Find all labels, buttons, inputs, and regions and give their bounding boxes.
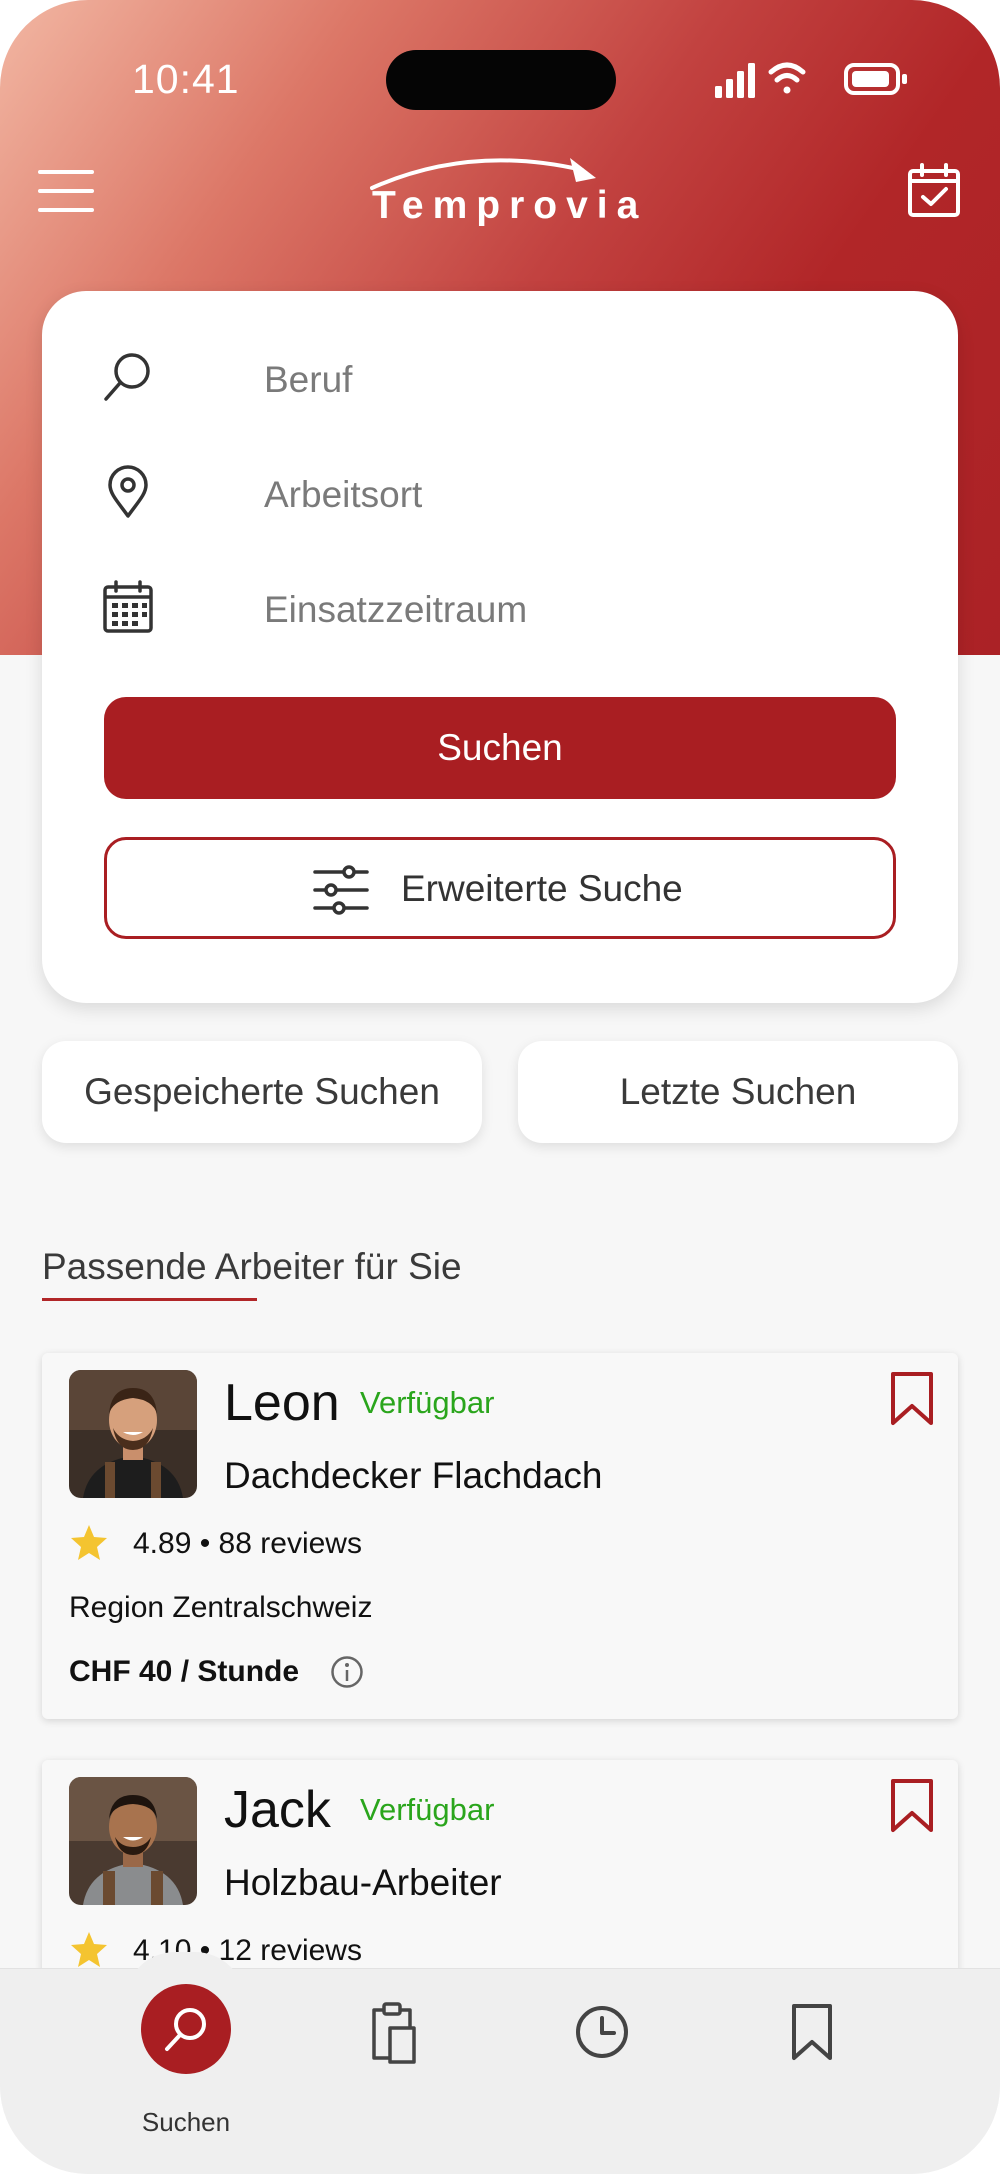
job-placeholder: Beruf — [264, 359, 353, 400]
bookmark-icon[interactable] — [782, 2000, 842, 2064]
sliders-icon — [313, 865, 369, 915]
worker-price: CHF 40 / Stunde — [69, 1655, 300, 1688]
worker-name: Jack — [224, 1781, 331, 1839]
wifi-icon — [768, 62, 806, 94]
availability-badge: Verfügbar — [360, 1792, 495, 1827]
rating: 4.89 • 88 reviews — [69, 1523, 469, 1571]
star-icon — [71, 1525, 107, 1560]
clock-icon[interactable] — [572, 2000, 632, 2064]
star-icon — [71, 1932, 107, 1967]
menu-line — [38, 208, 94, 212]
calendar-check-icon[interactable] — [906, 163, 962, 219]
app-logo: Temprovia — [360, 148, 640, 238]
location-placeholder: Arbeitsort — [264, 474, 423, 515]
menu-button[interactable] — [38, 168, 94, 214]
clipboard-icon[interactable] — [362, 2000, 422, 2064]
worker-job: Dachdecker Flachdach — [224, 1455, 603, 1496]
job-field[interactable]: Beruf — [100, 337, 900, 417]
worker-job: Holzbau-Arbeiter — [224, 1862, 502, 1903]
app-screen: 10:41 Temprovia Beruf Arbeitsort Einsatz… — [0, 0, 1000, 2174]
rating-text: 4.89 • 88 reviews — [133, 1527, 362, 1560]
worker-card[interactable]: Leon Verfügbar Dachdecker Flachdach 4.89… — [42, 1353, 958, 1719]
dynamic-island — [386, 50, 616, 110]
search-button[interactable]: Suchen — [104, 697, 896, 799]
advanced-search-label: Erweiterte Suche — [401, 868, 683, 909]
availability-badge: Verfügbar — [360, 1385, 495, 1420]
status-time: 10:41 — [132, 56, 240, 102]
calendar-icon — [103, 580, 153, 633]
section-underline — [42, 1298, 257, 1301]
bookmark-icon[interactable] — [888, 1371, 936, 1427]
status-icons — [715, 62, 907, 98]
logo-text: Temprovia — [372, 184, 648, 227]
status-bar: 10:41 — [0, 0, 1000, 160]
advanced-search-button[interactable]: Erweiterte Suche — [104, 837, 896, 939]
menu-line — [38, 189, 94, 193]
location-field[interactable]: Arbeitsort — [100, 452, 900, 532]
avatar — [69, 1777, 197, 1905]
section-title: Passende Arbeiter für Sie — [42, 1246, 462, 1287]
nav-search-button[interactable] — [141, 1984, 231, 2074]
saved-searches-button[interactable]: Gespeicherte Suchen — [42, 1041, 482, 1143]
worker-region: Region Zentralschweiz — [69, 1591, 373, 1624]
avatar — [69, 1370, 197, 1498]
search-icon — [165, 2008, 206, 2051]
search-card: Beruf Arbeitsort Einsatzzeitraum Suchen … — [42, 291, 958, 1003]
period-placeholder: Einsatzzeitraum — [264, 589, 528, 630]
info-icon[interactable] — [330, 1655, 364, 1689]
battery-icon — [844, 63, 907, 95]
recent-searches-button[interactable]: Letzte Suchen — [518, 1041, 958, 1143]
nav-search-label: Suchen — [141, 2107, 231, 2137]
search-icon — [104, 353, 150, 401]
location-pin-icon — [108, 465, 148, 518]
period-field[interactable]: Einsatzzeitraum — [100, 567, 900, 647]
bookmark-icon[interactable] — [888, 1778, 936, 1834]
worker-name: Leon — [224, 1374, 340, 1432]
signal-icon — [715, 63, 755, 98]
hamburger-menu-icon — [38, 170, 94, 174]
